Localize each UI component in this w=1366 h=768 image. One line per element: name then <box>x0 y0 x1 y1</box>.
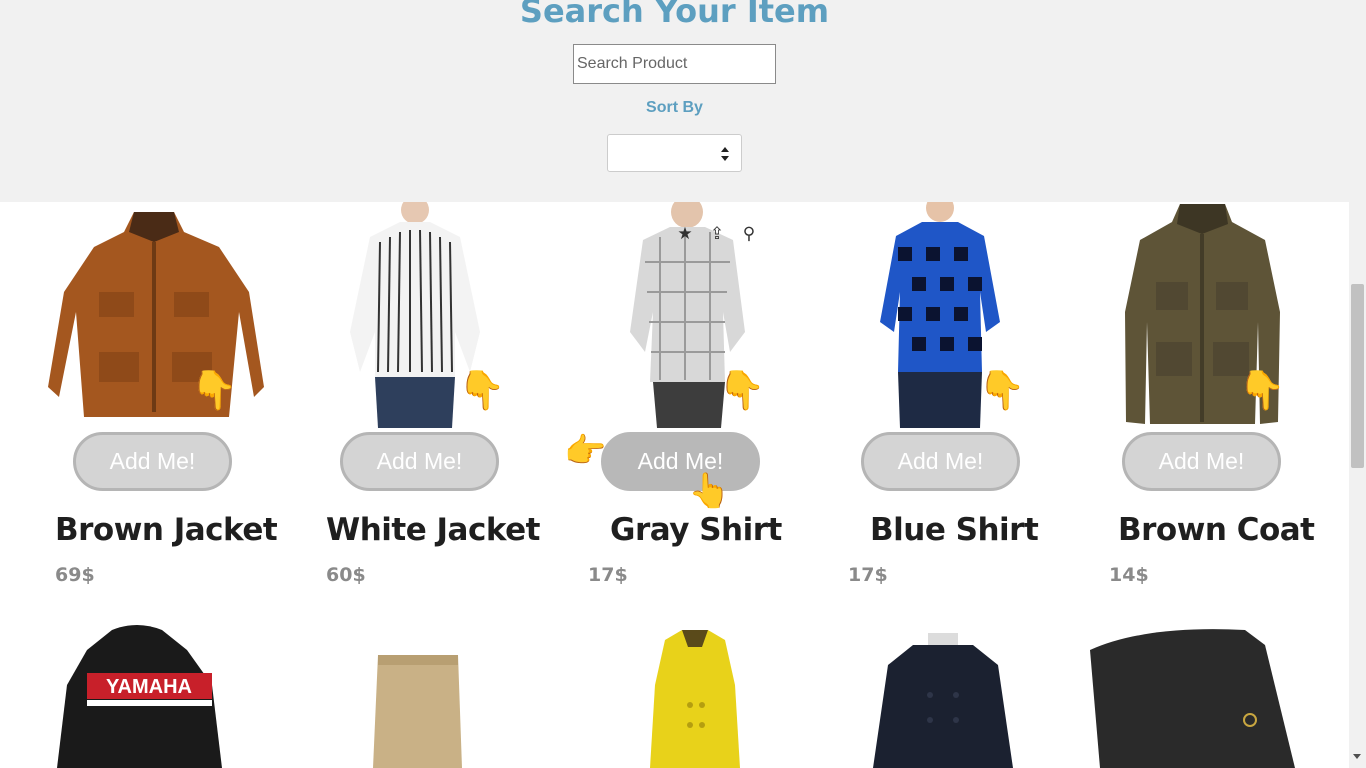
share-icon[interactable]: ⇪ <box>708 224 726 244</box>
product-image[interactable] <box>640 625 750 768</box>
product-image[interactable] <box>1085 625 1295 768</box>
pointing-hand-icon: 👆 <box>688 472 731 510</box>
add-to-cart-button[interactable]: Add Me! <box>73 432 232 491</box>
product-price: 69$ <box>55 564 95 586</box>
product-name: White Jacket <box>326 512 540 548</box>
product-image[interactable] <box>370 625 465 768</box>
search-header: Search Your Item Sort By <box>0 0 1349 202</box>
product-price: 17$ <box>588 564 628 586</box>
add-to-cart-button[interactable]: Add Me! <box>861 432 1020 491</box>
scrollbar-thumb[interactable] <box>1351 284 1364 468</box>
star-icon[interactable]: ★ <box>676 224 694 244</box>
sort-label: Sort By <box>646 99 703 116</box>
pointing-hand-icon: 👇 <box>978 370 1026 412</box>
add-to-cart-button[interactable]: Add Me! <box>340 432 499 491</box>
product-image[interactable]: YAMAHA <box>52 625 222 768</box>
page: Search Your Item Sort By 👇 Add Me! Brown… <box>0 0 1366 768</box>
product-card: 👇 Add Me! Blue Shirt 17$ <box>820 202 1080 602</box>
search-input[interactable] <box>573 44 776 84</box>
pointing-hand-icon: 👇 <box>458 370 506 412</box>
product-name: Brown Coat <box>1118 512 1315 548</box>
product-card: ★ ⇪ ⚲ 👇 👉 Add Me! 👆 Gray Shirt 17$ <box>560 202 820 602</box>
product-price: 14$ <box>1109 564 1149 586</box>
product-price: 60$ <box>326 564 366 586</box>
product-hover-actions: ★ ⇪ ⚲ <box>676 224 758 244</box>
yamaha-logo-text: YAMAHA <box>106 676 192 698</box>
product-card: 👇 Add Me! White Jacket 60$ <box>300 202 560 602</box>
scroll-down-arrow-icon[interactable] <box>1353 754 1361 759</box>
add-to-cart-button[interactable]: Add Me! <box>1122 432 1281 491</box>
page-title: Search Your Item <box>519 0 830 30</box>
search-icon[interactable]: ⚲ <box>740 224 758 244</box>
pointing-hand-icon: 👇 <box>190 370 238 412</box>
product-name: Blue Shirt <box>870 512 1039 548</box>
product-card: 👇 Add Me! Brown Jacket 69$ <box>40 202 300 602</box>
product-image[interactable] <box>868 625 1018 768</box>
pointing-hand-icon: 👇 <box>1238 370 1286 412</box>
product-name: Gray Shirt <box>610 512 782 548</box>
product-price: 17$ <box>848 564 888 586</box>
pointing-hand-icon: 👉 <box>564 432 607 470</box>
product-card: 👇 Add Me! Brown Coat 14$ <box>1080 202 1340 602</box>
add-to-cart-button[interactable]: Add Me! <box>601 432 760 491</box>
product-name: Brown Jacket <box>55 512 278 548</box>
sort-select[interactable] <box>607 134 742 172</box>
pointing-hand-icon: 👇 <box>718 370 766 412</box>
select-arrows-icon <box>721 147 729 161</box>
